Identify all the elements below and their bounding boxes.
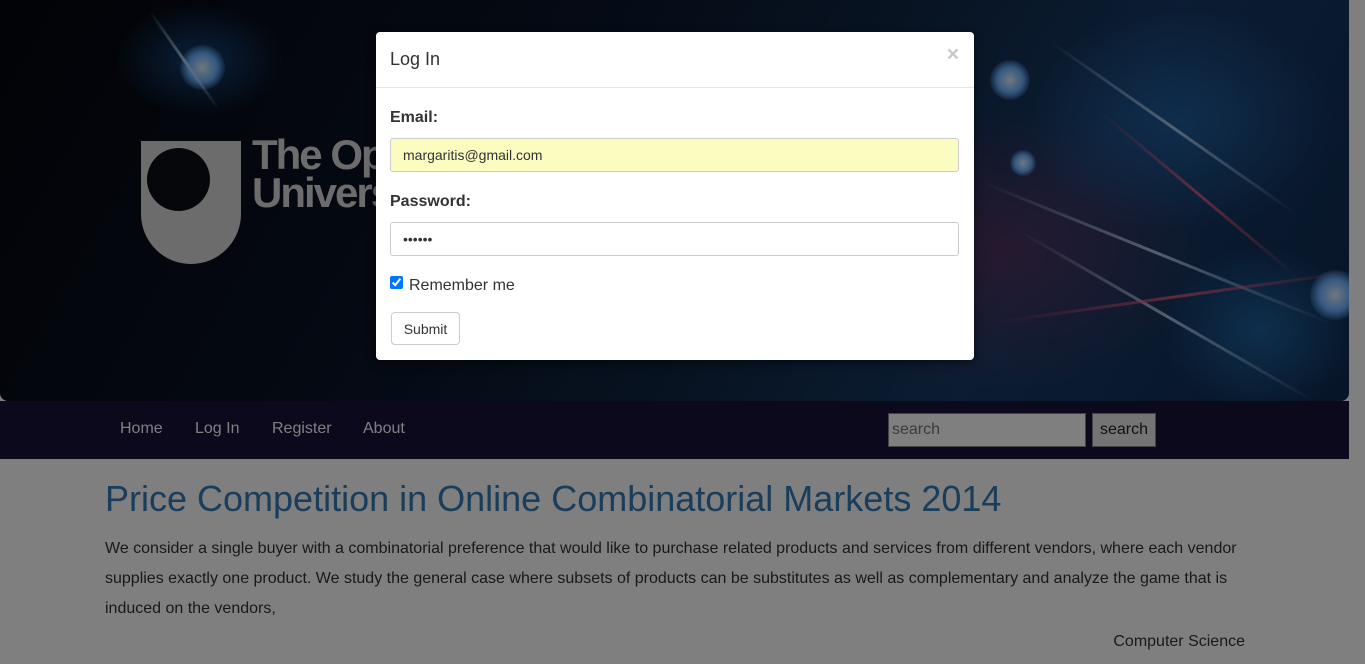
email-field[interactable]	[390, 138, 959, 172]
modal-header: Log In ×	[376, 32, 974, 88]
remember-me-label[interactable]: Remember me	[409, 277, 515, 295]
password-label: Password:	[390, 193, 471, 210]
page-scrollbar[interactable]	[1349, 0, 1365, 664]
modal-title: Log In	[390, 49, 441, 69]
login-modal: Log In × Email: Password: Remember me Su…	[376, 32, 974, 360]
submit-button[interactable]: Submit	[391, 312, 460, 345]
email-label: Email:	[390, 109, 439, 126]
password-field[interactable]	[390, 222, 959, 256]
close-icon[interactable]: ×	[947, 44, 959, 65]
remember-me-checkbox[interactable]	[390, 276, 403, 289]
remember-me-row: Remember me	[390, 274, 515, 295]
